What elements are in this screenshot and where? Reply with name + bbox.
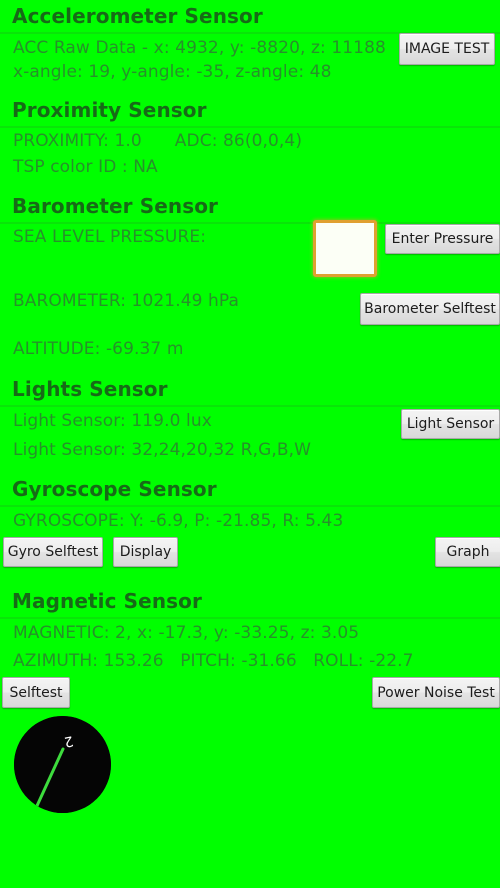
image-test-button[interactable]: IMAGE TEST: [399, 33, 495, 65]
section-title-magnetic: Magnetic Sensor: [12, 589, 202, 613]
sea-level-pressure-input[interactable]: [313, 220, 377, 277]
light-sensor-rgbw: Light Sensor: 32,24,20,32 R,G,B,W: [13, 440, 312, 460]
compass-dial[interactable]: 2: [14, 716, 111, 813]
gyro-graph-button[interactable]: Graph: [435, 537, 500, 567]
section-divider-magnetic: [0, 617, 500, 619]
compass-face: [14, 716, 111, 813]
proximity-value: PROXIMITY: 1.0 ADC: 86(0,0,4): [13, 131, 303, 151]
section-divider-gyroscope: [0, 505, 500, 507]
light-sensor-button[interactable]: Light Sensor: [401, 409, 500, 439]
compass-graphic: 2: [14, 716, 111, 813]
sea-level-pressure-label: SEA LEVEL PRESSURE:: [13, 227, 207, 247]
section-divider-lights: [0, 405, 500, 407]
enter-pressure-button[interactable]: Enter Pressure: [385, 224, 500, 254]
gyro-selftest-button[interactable]: Gyro Selftest: [3, 537, 103, 567]
altitude-value: ALTITUDE: -69.37 m: [13, 339, 184, 359]
barometer-selftest-button[interactable]: Barometer Selftest: [360, 293, 500, 325]
gyroscope-values: GYROSCOPE: Y: -6.9, P: -21.85, R: 5.43: [13, 511, 344, 531]
azimuth-pitch-roll: AZIMUTH: 153.26 PITCH: -31.66 ROLL: -22.…: [13, 651, 414, 671]
section-title-barometer: Barometer Sensor: [12, 194, 219, 218]
sensor-test-screen: Accelerometer Sensor ACC Raw Data - x: 4…: [0, 0, 500, 888]
section-title-proximity: Proximity Sensor: [12, 98, 207, 122]
section-title-lights: Lights Sensor: [12, 377, 168, 401]
magnetic-selftest-button[interactable]: Selftest: [2, 677, 70, 708]
accelerometer-angles: x-angle: 19, y-angle: -35, z-angle: 48: [13, 62, 332, 82]
section-divider-proximity: [0, 126, 500, 128]
light-sensor-lux: Light Sensor: 119.0 lux: [13, 411, 212, 431]
section-title-gyroscope: Gyroscope Sensor: [12, 477, 217, 501]
tsp-color-id: TSP color ID : NA: [13, 157, 158, 177]
section-title-accelerometer: Accelerometer Sensor: [12, 4, 263, 28]
barometer-value: BAROMETER: 1021.49 hPa: [13, 291, 240, 311]
power-noise-test-button[interactable]: Power Noise Test: [372, 677, 500, 708]
accelerometer-raw-data: ACC Raw Data - x: 4932, y: -8820, z: 111…: [13, 38, 386, 58]
gyro-display-button[interactable]: Display: [113, 537, 178, 567]
magnetic-values: MAGNETIC: 2, x: -17.3, y: -33.25, z: 3.0…: [13, 623, 360, 643]
